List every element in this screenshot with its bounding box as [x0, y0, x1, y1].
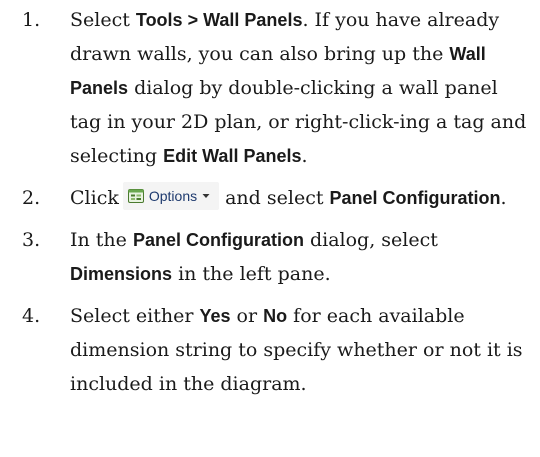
step-text: in the left pane. [172, 263, 331, 285]
step-number: 1. [22, 9, 41, 31]
step-text: Select either [70, 305, 200, 327]
options-button[interactable]: Options [122, 182, 220, 210]
step-text: dialog, select [303, 229, 438, 251]
step-text: . [500, 187, 507, 209]
step-3: 3. In the Panel Configuration dialog, sel… [0, 223, 540, 291]
step-2: 2. Click Options and select Panel Configur… [0, 181, 540, 215]
menu-path: Tools > Wall Panels [135, 10, 303, 30]
command-name: Panel Configuration [329, 188, 501, 208]
dialog-name: Panel Configuration [132, 230, 304, 250]
option-no: No [263, 306, 288, 326]
step-text: or [230, 305, 264, 327]
step-4: 4. Select either Yes or No for each avail… [0, 299, 540, 401]
step-1: 1. Select Tools > Wall Panels. If you hav… [0, 0, 540, 173]
step-text: and select [225, 187, 330, 209]
step-text: Select [70, 9, 136, 31]
pane-name: Dimensions [70, 264, 173, 284]
options-label: Options [148, 188, 198, 204]
step-number: 4. [22, 305, 41, 327]
step-text: Click [70, 187, 119, 209]
step-text: In the [70, 229, 133, 251]
step-number: 2. [22, 187, 41, 209]
option-yes: Yes [199, 306, 231, 326]
step-text: . [301, 145, 308, 167]
options-icon [127, 189, 144, 203]
chevron-down-icon [202, 194, 210, 198]
instruction-steps: 1. Select Tools > Wall Panels. If you hav… [0, 0, 540, 409]
step-number: 3. [22, 229, 41, 251]
command-name: Edit Wall Panels [163, 146, 302, 166]
